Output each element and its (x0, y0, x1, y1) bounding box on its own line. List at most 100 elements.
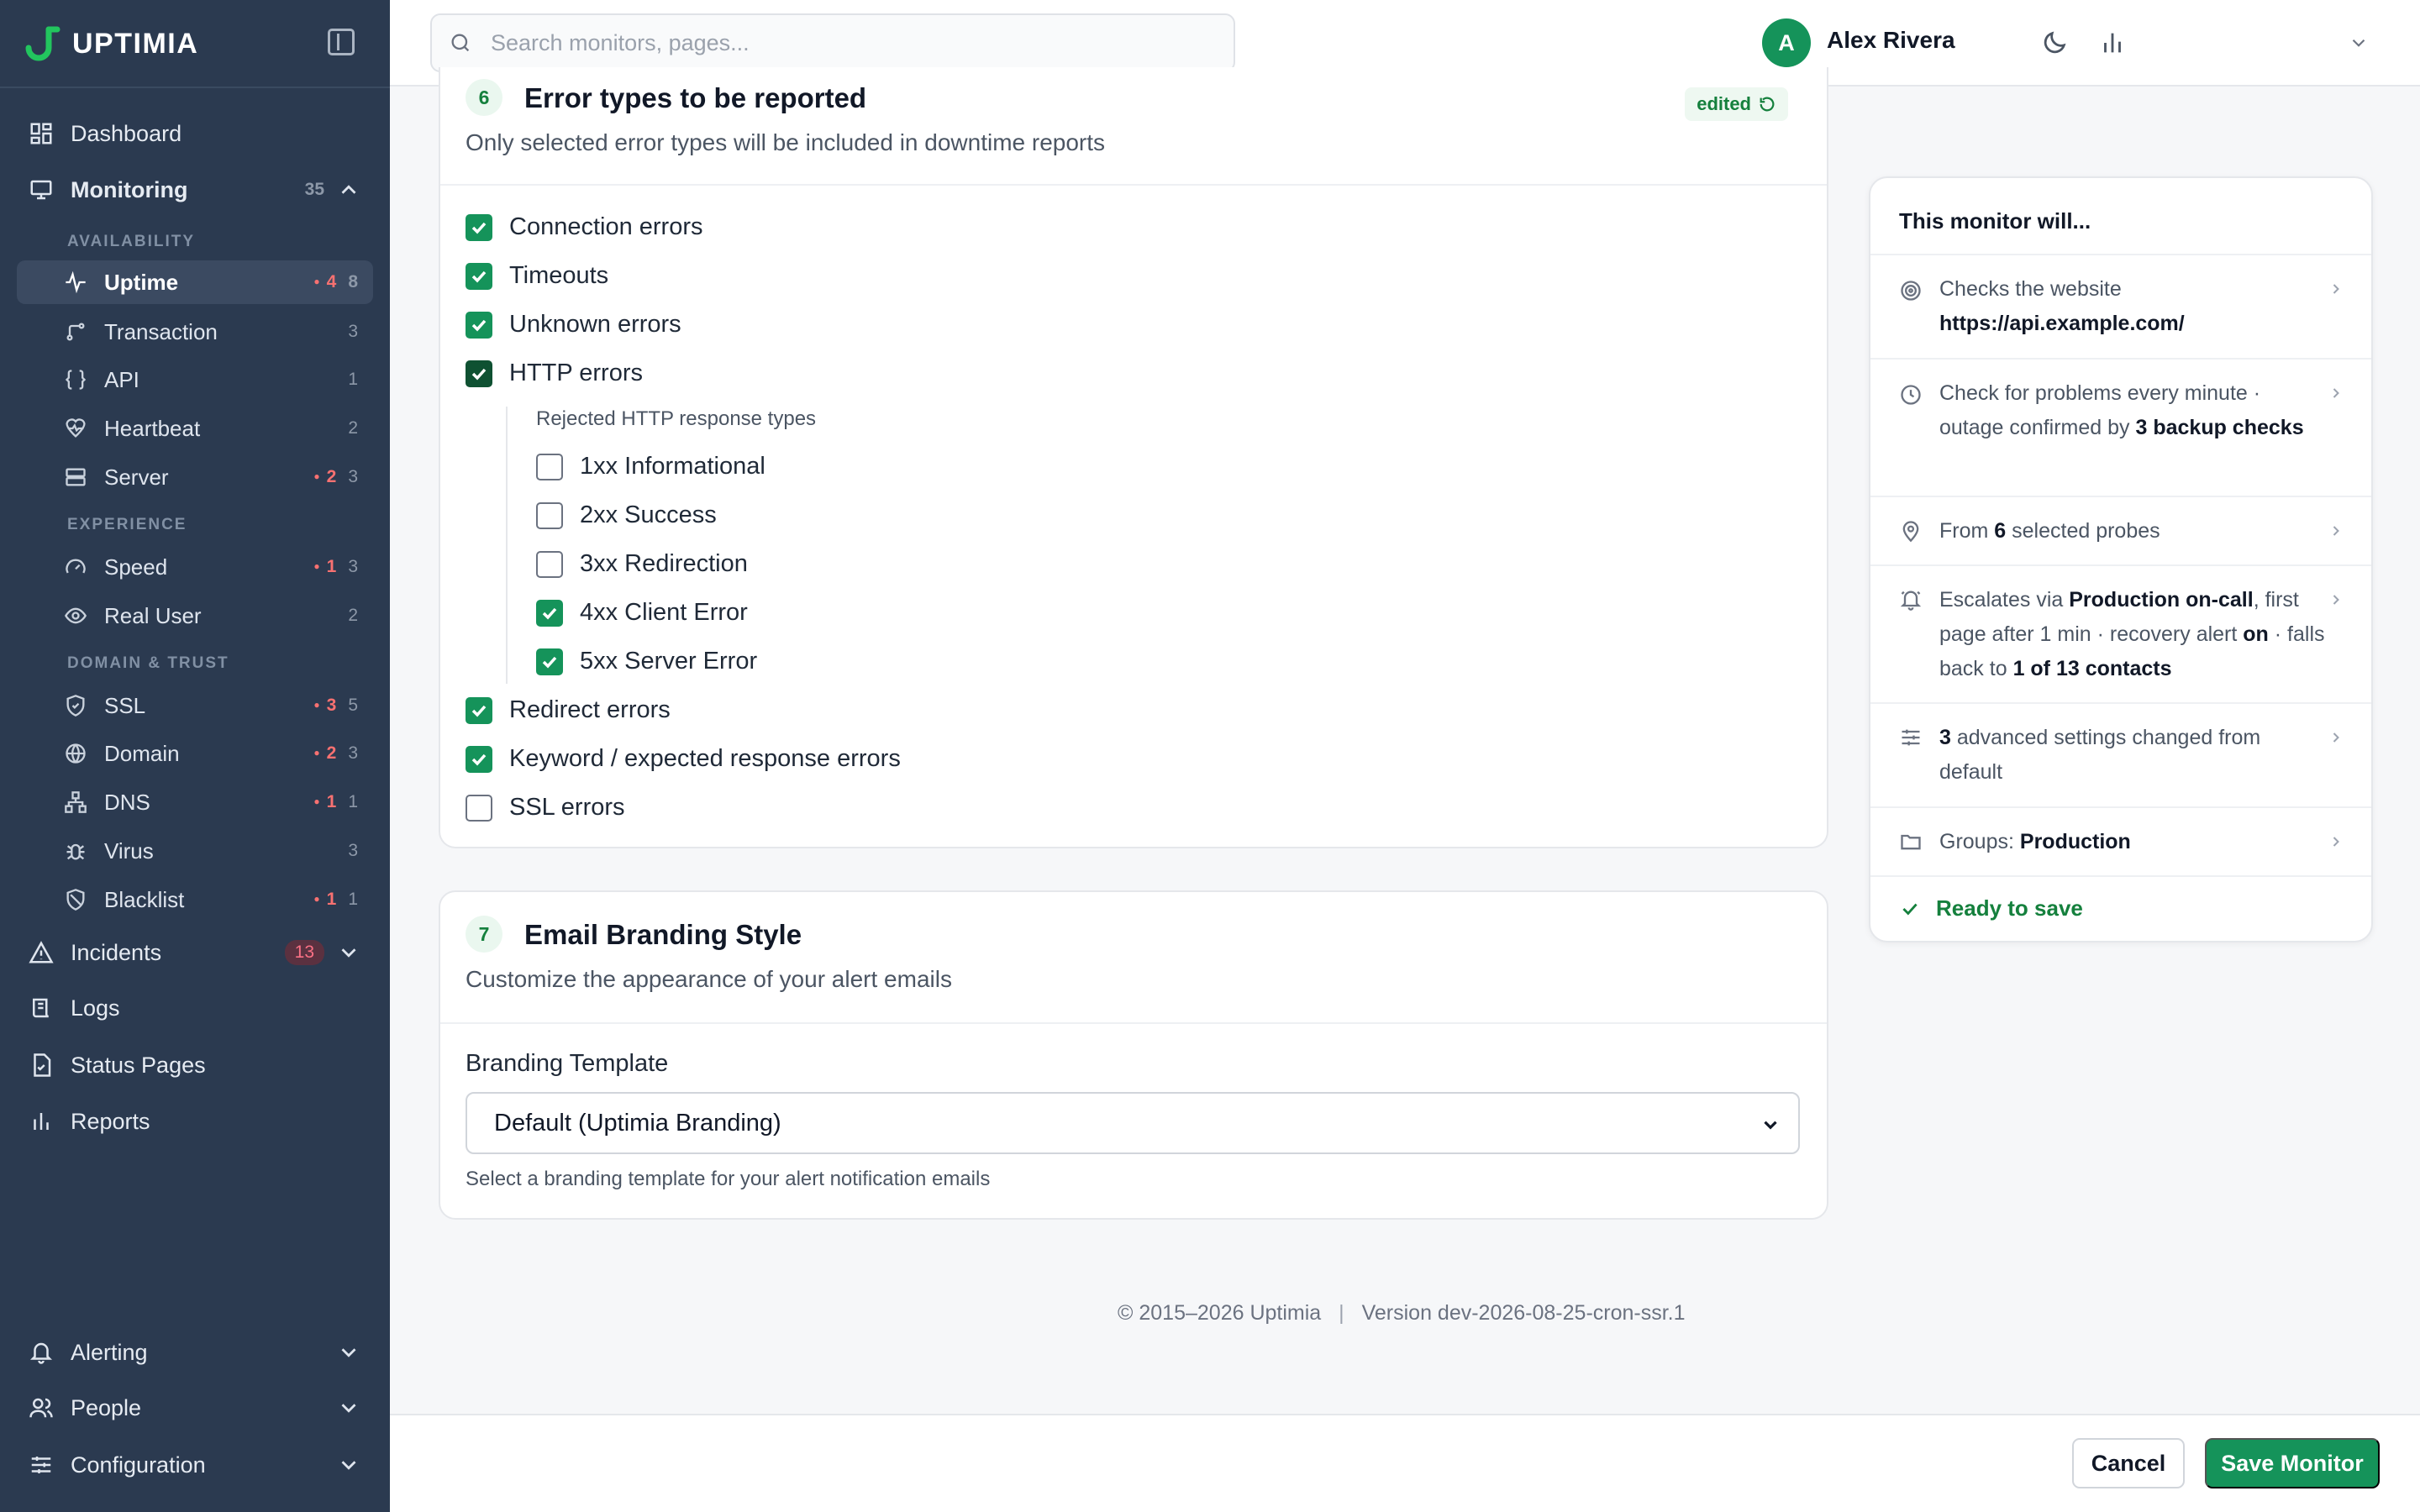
sidebar-item-domain[interactable]: Domain 2 3 (17, 732, 373, 775)
checkbox-http-errors[interactable]: HTTP errors (466, 360, 643, 387)
chevron-down-icon[interactable] (336, 1395, 361, 1420)
sidebar: UPTIMIA Dashboard Monitoring 35 AVAILABI… (0, 0, 390, 1512)
item-count: 1 (348, 370, 358, 389)
shield-icon (64, 694, 87, 717)
nav-monitoring[interactable]: Monitoring 35 (17, 166, 373, 213)
sidebar-item-api[interactable]: API 1 (17, 358, 373, 402)
sidebar-item-uptime[interactable]: Uptime 4 8 (17, 260, 373, 304)
logo-text: UPTIMIA (72, 27, 199, 60)
server-icon (64, 465, 87, 489)
check-icon (1902, 903, 1918, 915)
checkbox[interactable] (536, 453, 563, 480)
nav-people-label: People (71, 1394, 142, 1420)
alert-count: 1 (313, 557, 337, 577)
sidebar-item-speed[interactable]: Speed 1 3 (17, 545, 373, 589)
sidebar-item-real-user[interactable]: Real User 2 (17, 594, 373, 638)
checkbox-1xx[interactable]: 1xx Informational (536, 453, 765, 480)
step-number: 6 (466, 79, 502, 116)
item-count: 3 (348, 557, 358, 576)
nav-logs[interactable]: Logs (17, 984, 373, 1032)
collapse-sidebar-icon[interactable] (328, 29, 355, 55)
checkbox-unknown-errors[interactable]: Unknown errors (466, 311, 681, 339)
checkbox-timeouts[interactable]: Timeouts (466, 262, 608, 290)
checkbox-2xx[interactable]: 2xx Success (536, 501, 717, 529)
sidebar-item-label: Domain (104, 740, 180, 766)
sidebar-divider (0, 87, 390, 88)
nav-alerting[interactable]: Alerting (17, 1329, 373, 1376)
sidebar-item-blacklist[interactable]: Blacklist 1 1 (17, 878, 373, 921)
summary-item-website[interactable]: Checks the website https://api.example.co… (1870, 254, 2371, 358)
branding-template-select[interactable]: Default (Uptimia Branding) (466, 1092, 1800, 1154)
eye-icon (64, 604, 87, 627)
checkbox[interactable] (466, 262, 492, 290)
checkbox-connection-errors[interactable]: Connection errors (466, 213, 703, 241)
alert-count: 1 (313, 890, 337, 910)
sidebar-item-virus[interactable]: Virus 3 (17, 829, 373, 873)
summary-item-advanced[interactable]: 3 advanced settings changed from default (1870, 702, 2371, 806)
checkbox[interactable] (536, 501, 563, 529)
item-count: 5 (348, 696, 358, 715)
nav-monitoring-count: 35 (304, 180, 324, 199)
checkbox-4xx[interactable]: 4xx Client Error (536, 599, 748, 627)
search-box[interactable] (430, 13, 1235, 72)
cancel-button[interactable]: Cancel (2072, 1438, 2185, 1488)
nav-dashboard-label: Dashboard (71, 120, 182, 146)
checkbox[interactable] (466, 794, 492, 822)
sidebar-item-ssl[interactable]: SSL 3 5 (17, 684, 373, 727)
checkbox[interactable] (466, 360, 492, 387)
search-input[interactable] (491, 29, 1205, 56)
checkbox[interactable] (536, 648, 563, 675)
chevron-up-icon[interactable] (336, 177, 361, 202)
item-count: 2 (348, 418, 358, 438)
checkbox-5xx[interactable]: 5xx Server Error (536, 648, 757, 675)
checkbox-keyword-errors[interactable]: Keyword / expected response errors (466, 745, 901, 773)
moon-icon[interactable] (2040, 29, 2069, 57)
nav-dashboard[interactable]: Dashboard (17, 110, 373, 157)
http-subgroup-title: Rejected HTTP response types (536, 407, 817, 430)
dashboard-icon (29, 121, 54, 146)
nav-configuration[interactable]: Configuration (17, 1441, 373, 1488)
nav-people[interactable]: People (17, 1384, 373, 1431)
checkbox[interactable] (466, 311, 492, 339)
checkbox[interactable] (466, 745, 492, 773)
chevron-down-icon[interactable] (336, 1452, 361, 1478)
summary-text: selected probes (2012, 519, 2160, 543)
sidebar-item-transaction[interactable]: Transaction 3 (17, 310, 373, 354)
user-name[interactable]: Alex Rivera (1827, 27, 1955, 54)
checkbox-label: SSL errors (509, 794, 625, 821)
summary-item-escalation[interactable]: Escalates via Production on-call, first … (1870, 564, 2371, 702)
save-monitor-button[interactable]: Save Monitor (2205, 1438, 2380, 1488)
chevron-right-icon (2333, 526, 2339, 536)
sidebar-item-heartbeat[interactable]: Heartbeat 2 (17, 407, 373, 450)
checkbox[interactable] (466, 696, 492, 724)
checkbox[interactable] (466, 213, 492, 241)
uptimia-logo[interactable]: UPTIMIA (22, 20, 198, 67)
nav-status-pages[interactable]: Status Pages (17, 1042, 373, 1089)
heart-pulse-icon (64, 417, 87, 440)
bar-chart-icon[interactable] (2098, 29, 2127, 57)
item-count: 8 (348, 272, 358, 291)
checkbox-redirect-errors[interactable]: Redirect errors (466, 696, 671, 724)
sidebar-item-server[interactable]: Server 2 3 (17, 455, 373, 499)
checkbox[interactable] (536, 599, 563, 627)
summary-item-groups[interactable]: Groups: Production (1870, 806, 2371, 875)
item-count: 1 (348, 792, 358, 811)
chevron-down-icon[interactable] (336, 940, 361, 965)
edited-badge[interactable]: edited (1685, 87, 1788, 121)
checkbox-ssl-errors[interactable]: SSL errors (466, 794, 625, 822)
card-divider (440, 184, 1827, 186)
chevron-down-icon[interactable] (2348, 32, 2370, 54)
checkbox[interactable] (536, 550, 563, 578)
checkbox-label: 3xx Redirection (580, 550, 748, 577)
summary-item-check[interactable]: Check for problems every minute · outage… (1870, 358, 2371, 496)
chevron-down-icon[interactable] (336, 1340, 361, 1365)
nav-logs-label: Logs (71, 995, 120, 1021)
summary-item-probes[interactable]: From 6 selected probes (1870, 496, 2371, 564)
checkbox-3xx[interactable]: 3xx Redirection (536, 550, 748, 578)
nav-incidents[interactable]: Incidents 13 (17, 929, 373, 976)
sidebar-item-dns[interactable]: DNS 1 1 (17, 780, 373, 824)
item-count: 3 (348, 743, 358, 763)
avatar[interactable]: A (1762, 18, 1811, 67)
select-value: Default (Uptimia Branding) (494, 1109, 781, 1137)
nav-reports[interactable]: Reports (17, 1098, 373, 1145)
